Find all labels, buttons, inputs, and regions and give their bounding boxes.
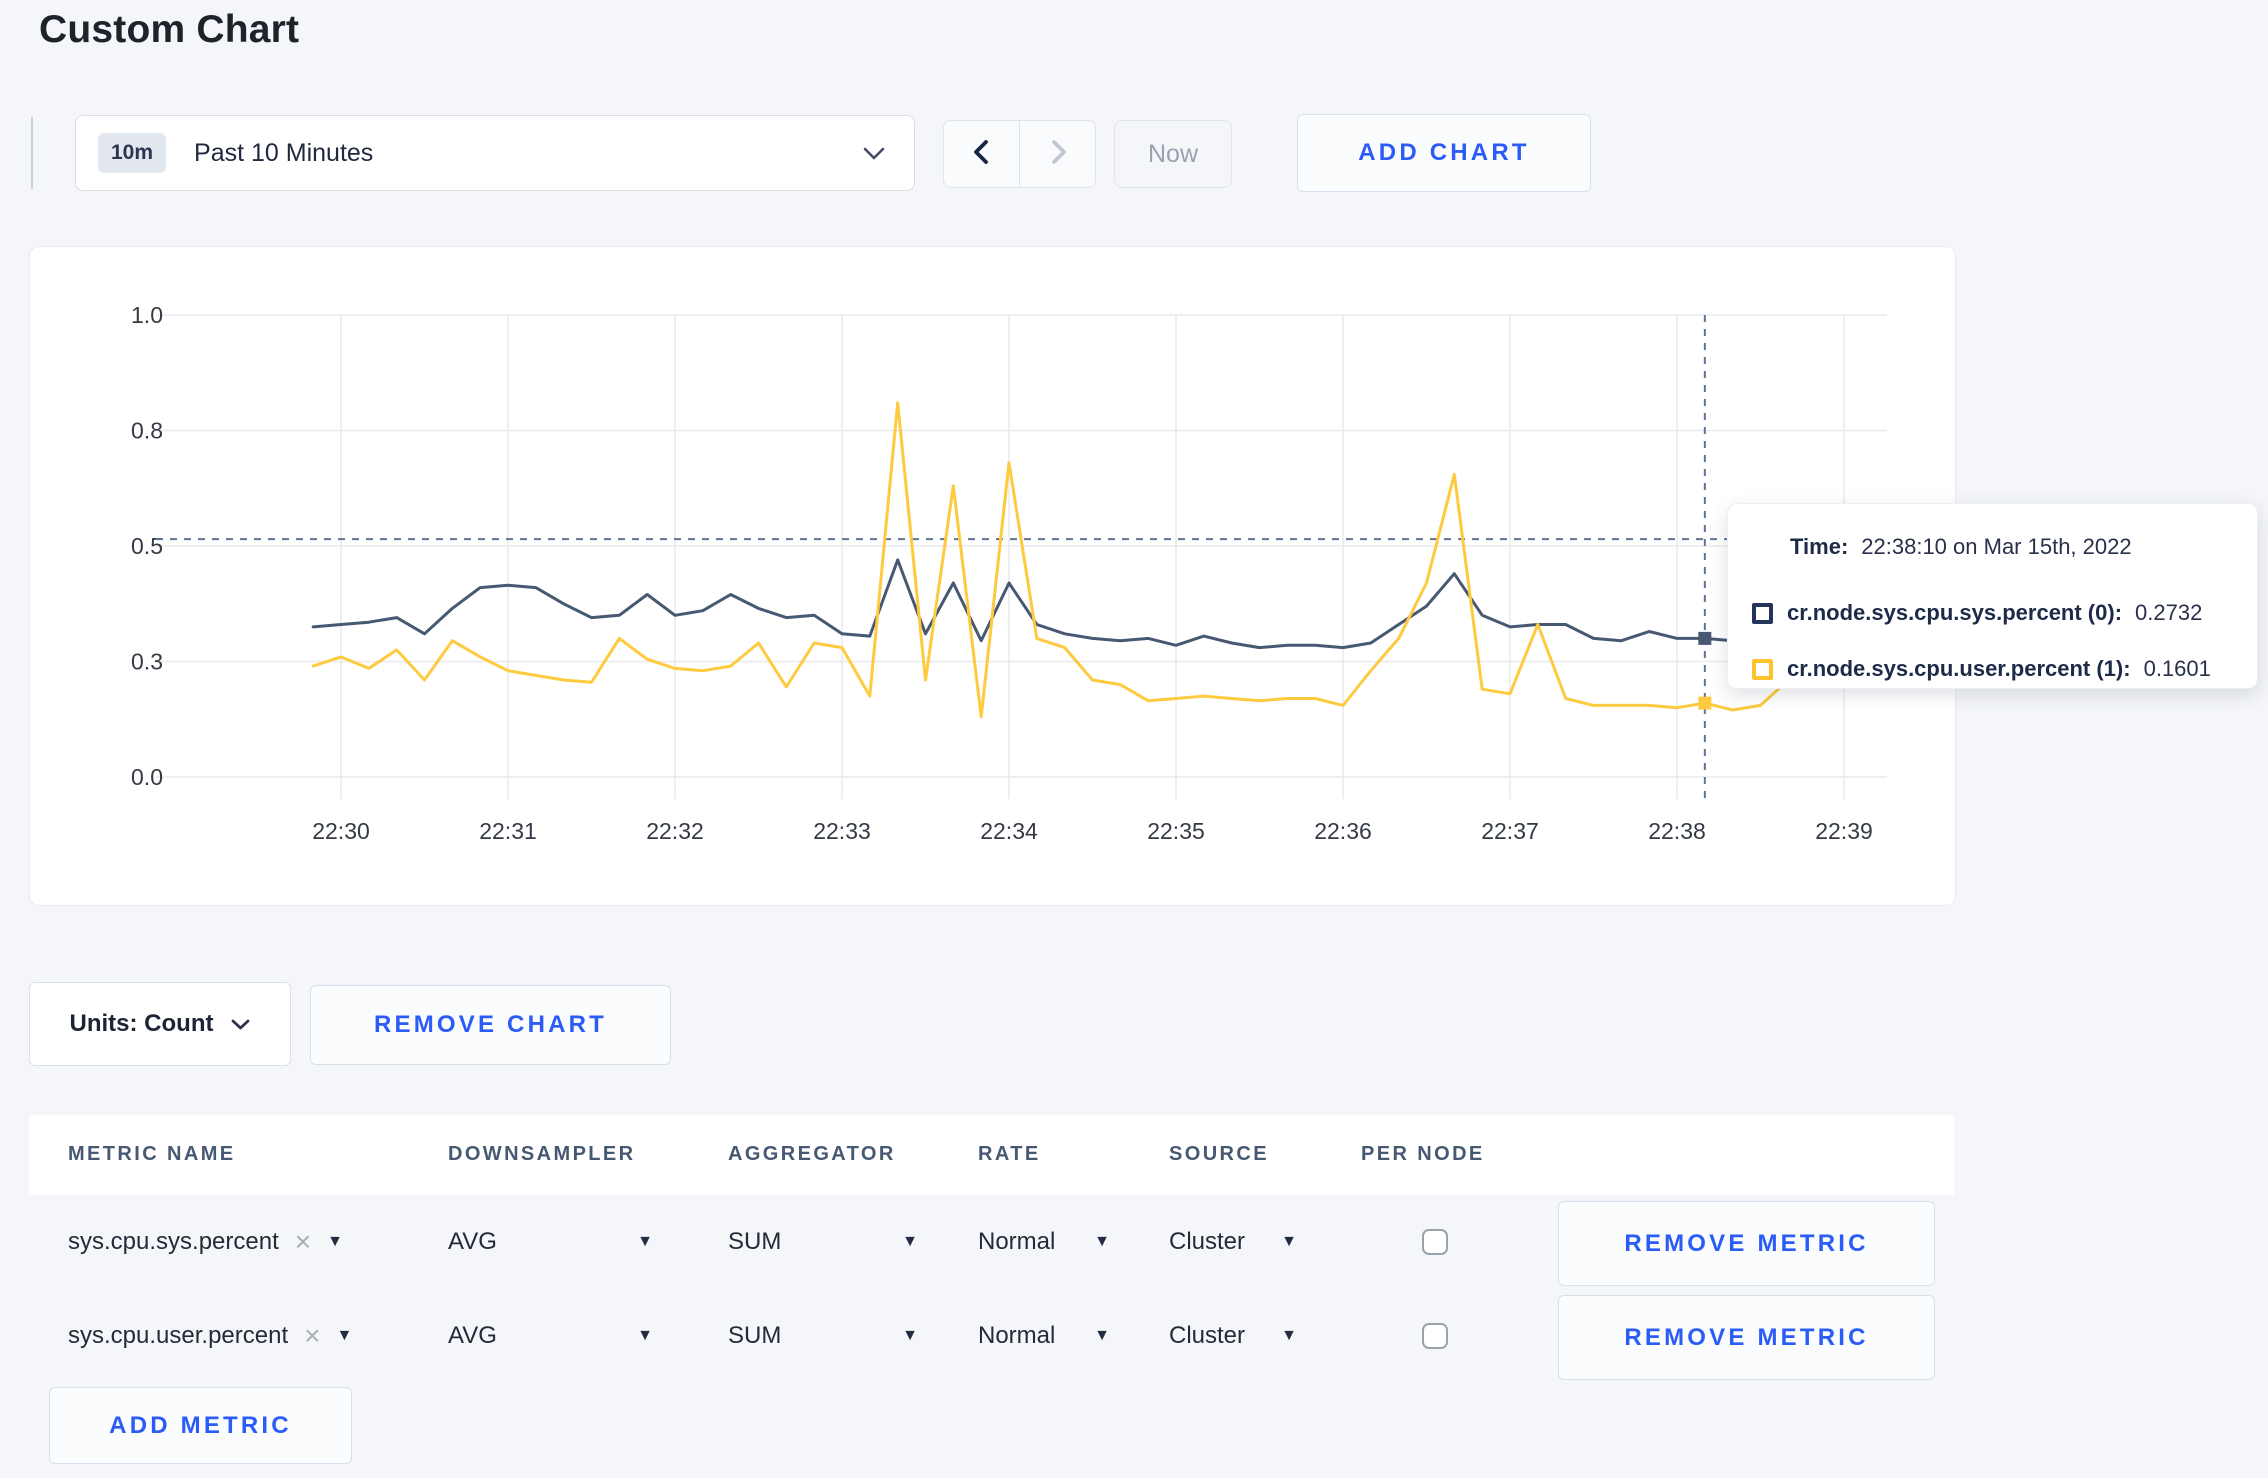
remove-metric-button[interactable]: REMOVE METRIC — [1558, 1295, 1935, 1380]
caret-down-icon: ▼ — [336, 1327, 353, 1344]
metric-name-value: sys.cpu.user.percent — [68, 1322, 289, 1349]
tooltip-series-name: cr.node.sys.cpu.user.percent (1): — [1787, 656, 2131, 681]
svg-text:0.5: 0.5 — [131, 533, 163, 559]
series-swatch-icon — [1752, 658, 1773, 680]
chevron-down-icon — [231, 1010, 250, 1038]
metrics-table-header: METRIC NAME DOWNSAMPLER AGGREGATOR RATE … — [29, 1115, 1954, 1195]
svg-text:22:34: 22:34 — [980, 818, 1038, 844]
caret-down-icon: ▼ — [902, 1233, 918, 1250]
clear-metric-x-icon[interactable]: × — [304, 1322, 320, 1350]
rate-value: Normal — [978, 1228, 1056, 1255]
metric-row: sys.cpu.user.percent × ▼ AVG ▼ SUM ▼ Nor… — [29, 1289, 1956, 1383]
svg-text:22:32: 22:32 — [646, 818, 704, 844]
metric-row: sys.cpu.sys.percent × ▼ AVG ▼ SUM ▼ Norm… — [29, 1195, 1956, 1289]
chevron-right-icon — [1046, 137, 1070, 172]
rate-select[interactable]: Normal ▼ — [978, 1289, 1110, 1383]
time-window-label: Past 10 Minutes — [194, 138, 374, 167]
caret-down-icon: ▼ — [1281, 1327, 1297, 1344]
svg-text:22:39: 22:39 — [1815, 818, 1873, 844]
aggregator-select[interactable]: SUM ▼ — [728, 1289, 918, 1383]
toolbar-divider — [31, 117, 33, 189]
tooltip-series-name: cr.node.sys.cpu.sys.percent (0): — [1787, 600, 2123, 625]
chevron-down-icon — [862, 146, 886, 161]
rate-select[interactable]: Normal ▼ — [978, 1195, 1110, 1289]
source-select[interactable]: Cluster ▼ — [1169, 1289, 1297, 1383]
svg-text:22:35: 22:35 — [1147, 818, 1205, 844]
svg-text:22:36: 22:36 — [1314, 818, 1372, 844]
time-window-dropdown[interactable]: 10m Past 10 Minutes — [75, 115, 915, 191]
aggregator-value: SUM — [728, 1322, 782, 1349]
aggregator-value: SUM — [728, 1228, 782, 1255]
svg-text:0.0: 0.0 — [131, 764, 163, 790]
remove-chart-button[interactable]: REMOVE CHART — [310, 985, 671, 1065]
tooltip-series-value: 0.1601 — [2143, 656, 2211, 681]
chevron-left-icon — [970, 137, 994, 172]
col-header-downsampler: DOWNSAMPLER — [448, 1143, 636, 1165]
per-node-checkbox[interactable] — [1422, 1229, 1448, 1255]
tooltip-time-label: Time: — [1790, 534, 1849, 559]
caret-down-icon: ▼ — [327, 1233, 343, 1250]
time-nav-group — [943, 120, 1096, 188]
units-dropdown[interactable]: Units: Count — [29, 982, 291, 1066]
per-node-checkbox[interactable] — [1422, 1323, 1448, 1349]
metrics-table: METRIC NAME DOWNSAMPLER AGGREGATOR RATE … — [29, 1115, 1956, 1383]
page-title: Custom Chart — [39, 8, 300, 51]
series-swatch-icon — [1752, 602, 1773, 624]
next-time-button[interactable] — [1019, 121, 1095, 187]
source-value: Cluster — [1169, 1322, 1246, 1349]
col-header-aggregator: AGGREGATOR — [728, 1143, 896, 1165]
caret-down-icon: ▼ — [1094, 1327, 1110, 1344]
downsampler-value: AVG — [448, 1322, 497, 1349]
caret-down-icon: ▼ — [902, 1327, 918, 1344]
tooltip-time-value: 22:38:10 on Mar 15th, 2022 — [1861, 534, 2132, 559]
add-metric-button[interactable]: ADD METRIC — [49, 1387, 352, 1464]
caret-down-icon: ▼ — [1094, 1233, 1110, 1250]
tooltip-series-value: 0.2732 — [2135, 600, 2203, 625]
svg-text:22:31: 22:31 — [479, 818, 537, 844]
aggregator-select[interactable]: SUM ▼ — [728, 1195, 918, 1289]
caret-down-icon: ▼ — [1281, 1233, 1297, 1250]
downsampler-value: AVG — [448, 1228, 497, 1255]
svg-text:22:38: 22:38 — [1648, 818, 1706, 844]
time-window-badge: 10m — [98, 133, 167, 173]
downsampler-select[interactable]: AVG ▼ — [448, 1195, 653, 1289]
source-value: Cluster — [1169, 1228, 1246, 1255]
metric-name-select[interactable]: sys.cpu.sys.percent × ▼ — [68, 1195, 343, 1289]
svg-text:22:33: 22:33 — [813, 818, 871, 844]
svg-text:22:37: 22:37 — [1481, 818, 1539, 844]
clear-metric-x-icon[interactable]: × — [295, 1228, 311, 1256]
downsampler-select[interactable]: AVG ▼ — [448, 1289, 653, 1383]
col-header-source: SOURCE — [1169, 1143, 1269, 1165]
svg-text:1.0: 1.0 — [131, 302, 163, 328]
units-label: Units: Count — [69, 1010, 214, 1037]
col-header-metric-name: METRIC NAME — [68, 1143, 236, 1165]
metric-name-select[interactable]: sys.cpu.user.percent × ▼ — [68, 1289, 352, 1383]
svg-text:0.3: 0.3 — [131, 649, 163, 675]
svg-text:22:30: 22:30 — [312, 818, 370, 844]
source-select[interactable]: Cluster ▼ — [1169, 1195, 1297, 1289]
caret-down-icon: ▼ — [637, 1233, 653, 1250]
metric-name-value: sys.cpu.sys.percent — [68, 1228, 279, 1255]
col-header-per-node: PER NODE — [1361, 1143, 1485, 1165]
chart-tooltip: Time: 22:38:10 on Mar 15th, 2022 cr.node… — [1727, 503, 2258, 689]
chart-card: 0.0 0.3 0.5 0.8 1.0 22:30 22:31 22:32 22:33 22:34… — [29, 246, 1956, 906]
remove-metric-button[interactable]: REMOVE METRIC — [1558, 1201, 1935, 1286]
caret-down-icon: ▼ — [637, 1327, 653, 1344]
prev-time-button[interactable] — [944, 121, 1019, 187]
col-header-rate: RATE — [978, 1143, 1041, 1165]
svg-text:0.8: 0.8 — [131, 418, 163, 444]
now-button[interactable]: Now — [1114, 120, 1232, 188]
chart-plot[interactable]: 0.0 0.3 0.5 0.8 1.0 22:30 22:31 22:32 22:33 22:34… — [30, 247, 1955, 905]
rate-value: Normal — [978, 1322, 1056, 1349]
add-chart-button[interactable]: ADD CHART — [1297, 114, 1591, 192]
